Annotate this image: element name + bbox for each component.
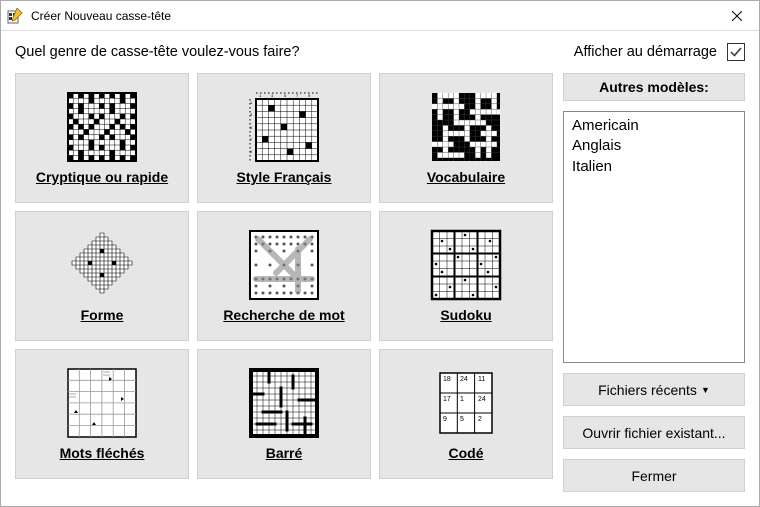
sudoku-icon bbox=[430, 229, 502, 301]
list-item[interactable]: Americain bbox=[572, 116, 736, 136]
svg-text:5: 5 bbox=[460, 416, 464, 423]
close-icon bbox=[732, 11, 742, 21]
check-icon bbox=[729, 45, 743, 59]
show-startup-checkbox[interactable] bbox=[727, 43, 745, 61]
window-title: Créer Nouveau casse-tête bbox=[31, 9, 715, 23]
svg-text:3: 3 bbox=[250, 112, 253, 117]
close-button[interactable] bbox=[715, 1, 759, 30]
card-label: Recherche de mot bbox=[219, 307, 348, 323]
wordsearch-icon bbox=[248, 229, 320, 301]
card-cryptique[interactable]: Cryptique ou rapide bbox=[15, 73, 189, 203]
card-recherche[interactable]: Recherche de mot bbox=[197, 211, 371, 341]
app-icon bbox=[7, 8, 23, 24]
card-label: Barré bbox=[262, 445, 307, 461]
card-vocabulaire[interactable]: Vocabulaire bbox=[379, 73, 553, 203]
svg-text:1: 1 bbox=[250, 100, 253, 105]
svg-text:24: 24 bbox=[478, 396, 486, 403]
titlebar: Créer Nouveau casse-tête bbox=[1, 1, 759, 31]
svg-text:24: 24 bbox=[460, 376, 468, 383]
card-label: Codé bbox=[445, 445, 488, 461]
card-label: Cryptique ou rapide bbox=[32, 169, 172, 185]
svg-text:2: 2 bbox=[478, 416, 482, 423]
svg-text:7: 7 bbox=[296, 93, 299, 98]
svg-text:1: 1 bbox=[259, 93, 262, 98]
svg-text:1: 1 bbox=[460, 396, 464, 403]
button-label: Ouvrir fichier existant... bbox=[582, 425, 725, 441]
card-label: Mots fléchés bbox=[56, 445, 149, 461]
barred-icon bbox=[248, 367, 320, 439]
svg-text:18: 18 bbox=[443, 376, 451, 383]
shape-icon bbox=[66, 229, 138, 301]
card-label: Forme bbox=[77, 307, 128, 323]
button-label: Fermer bbox=[631, 468, 676, 484]
other-models-list[interactable]: Americain Anglais Italien bbox=[563, 111, 745, 363]
card-code[interactable]: 18 24 11 17 1 24 9 5 2 Codé bbox=[379, 349, 553, 479]
card-forme[interactable]: Forme bbox=[15, 211, 189, 341]
svg-text:9: 9 bbox=[250, 149, 253, 154]
card-francais[interactable]: 1 3 5 7 9 1 3 5 7 9 Style Français bbox=[197, 73, 371, 203]
caret-down-icon: ▼ bbox=[701, 385, 710, 395]
svg-text:7: 7 bbox=[250, 137, 253, 142]
close-dialog-button[interactable]: Fermer bbox=[563, 459, 745, 492]
coded-icon: 18 24 11 17 1 24 9 5 2 bbox=[430, 367, 502, 439]
list-item[interactable]: Italien bbox=[572, 157, 736, 177]
button-label: Fichiers récents bbox=[598, 382, 697, 398]
arrow-crossword-icon bbox=[66, 367, 138, 439]
card-label: Sudoku bbox=[436, 307, 495, 323]
list-item[interactable]: Anglais bbox=[572, 136, 736, 156]
svg-text:17: 17 bbox=[443, 396, 451, 403]
card-label: Vocabulaire bbox=[423, 169, 509, 185]
vocabulary-icon bbox=[430, 91, 502, 163]
svg-text:11: 11 bbox=[478, 376, 485, 383]
svg-text:5: 5 bbox=[250, 125, 253, 130]
recent-files-button[interactable]: Fichiers récents ▼ bbox=[563, 373, 745, 406]
french-style-icon: 1 3 5 7 9 1 3 5 7 9 bbox=[248, 91, 320, 163]
card-barre[interactable]: Barré bbox=[197, 349, 371, 479]
svg-text:5: 5 bbox=[284, 93, 287, 98]
prompt-label: Quel genre de casse-tête voulez-vous fai… bbox=[15, 44, 574, 60]
template-grid: Cryptique ou rapide 1 3 5 7 9 1 3 5 7 9 Style Fra… bbox=[15, 73, 553, 492]
show-startup-label: Afficher au démarrage bbox=[574, 44, 717, 60]
open-file-button[interactable]: Ouvrir fichier existant... bbox=[563, 416, 745, 449]
card-label: Style Français bbox=[233, 169, 336, 185]
crossword-icon bbox=[66, 91, 138, 163]
svg-text:9: 9 bbox=[308, 93, 311, 98]
svg-text:3: 3 bbox=[271, 93, 274, 98]
card-sudoku[interactable]: Sudoku bbox=[379, 211, 553, 341]
other-models-header: Autres modèles: bbox=[563, 73, 745, 101]
card-fleches[interactable]: Mots fléchés bbox=[15, 349, 189, 479]
svg-text:9: 9 bbox=[443, 416, 447, 423]
